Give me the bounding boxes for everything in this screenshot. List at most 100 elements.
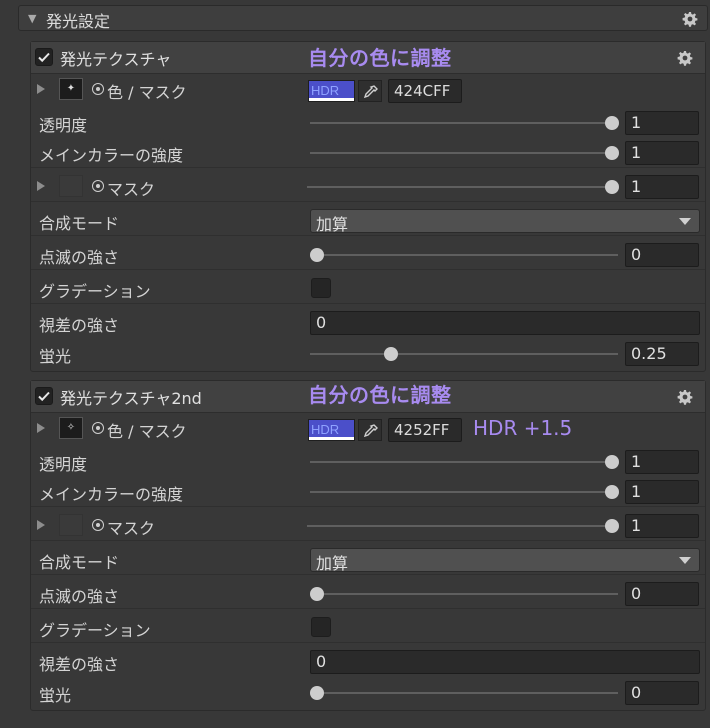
fluorescence-slider-track[interactable] — [310, 692, 618, 694]
annotation-note: 自分の色に調整 — [308, 383, 452, 407]
fold-triangle-icon[interactable] — [37, 520, 45, 530]
main-strength-value-field[interactable]: 1 — [625, 480, 699, 504]
object-picker-icon[interactable] — [92, 83, 104, 95]
gradation-row: グラデーション — [31, 274, 705, 304]
fold-triangle-icon[interactable] — [37, 84, 45, 94]
mask-thumbnail[interactable] — [59, 175, 83, 197]
fluorescence-label: 蛍光 — [39, 347, 72, 366]
main-color-strength-row: メインカラーの強度 1 — [31, 477, 705, 507]
blink-slider-handle[interactable] — [310, 587, 324, 601]
blink-slider-handle[interactable] — [310, 248, 324, 262]
parallax-strength-row: 視差の強さ 0 — [31, 308, 705, 338]
annotation-note: 自分の色に調整 — [308, 46, 452, 70]
eyedropper-button[interactable] — [358, 80, 382, 102]
swatch-alpha-bar — [309, 437, 354, 440]
blend-mode-value: 加算 — [316, 554, 349, 573]
parallax-strength-label: 視差の強さ — [39, 316, 120, 335]
mask-slider-track[interactable] — [307, 186, 613, 188]
mask-slider-handle[interactable] — [605, 180, 619, 194]
gradation-label: グラデーション — [39, 621, 151, 640]
fluorescence-slider-track[interactable] — [310, 353, 618, 355]
blink-strength-label: 点滅の強さ — [39, 248, 120, 267]
blink-slider-track[interactable] — [310, 254, 618, 256]
hdr-color-swatch[interactable]: HDR — [308, 80, 355, 102]
opacity-slider-track[interactable] — [310, 461, 613, 463]
blink-value-field[interactable]: 0 — [625, 243, 699, 267]
main-strength-slider-track[interactable] — [310, 152, 613, 154]
blend-mode-value: 加算 — [316, 215, 349, 234]
mask-thumbnail[interactable] — [59, 514, 83, 536]
blend-mode-dropdown[interactable]: 加算 — [310, 209, 700, 234]
opacity-value-field[interactable]: 1 — [625, 111, 699, 135]
mask-slider-track[interactable] — [307, 525, 613, 527]
blink-slider-track[interactable] — [310, 593, 618, 595]
mask-slider-handle[interactable] — [605, 519, 619, 533]
fluorescence-row: 蛍光 0.25 — [31, 339, 705, 369]
main-color-strength-row: メインカラーの強度 1 — [31, 138, 705, 168]
blend-mode-label: 合成モード — [39, 214, 120, 233]
enable-checkbox[interactable] — [35, 387, 53, 405]
hdr-color-swatch[interactable]: HDR — [308, 419, 355, 441]
opacity-slider-handle[interactable] — [605, 116, 619, 130]
mask-row: マスク 1 — [31, 172, 705, 202]
main-strength-slider-handle[interactable] — [605, 146, 619, 160]
mask-value-field[interactable]: 1 — [625, 175, 699, 199]
blend-mode-dropdown[interactable]: 加算 — [310, 548, 700, 573]
fold-triangle-icon[interactable] — [37, 181, 45, 191]
texture-thumbnail[interactable]: ✧ — [59, 417, 83, 439]
main-strength-slider-track[interactable] — [310, 491, 613, 493]
parallax-value-field[interactable]: 0 — [310, 311, 700, 335]
emission-settings-header[interactable]: ▼ 発光設定 — [18, 5, 708, 31]
mask-value-field[interactable]: 1 — [625, 514, 699, 538]
blink-strength-row: 点滅の強さ 0 — [31, 240, 705, 270]
enable-checkbox[interactable] — [35, 48, 53, 66]
main-strength-slider-handle[interactable] — [605, 485, 619, 499]
blend-mode-row: 合成モード 加算 — [31, 206, 705, 236]
opacity-slider-handle[interactable] — [605, 455, 619, 469]
fold-triangle-icon[interactable] — [37, 423, 45, 433]
mask-label: マスク — [107, 519, 156, 538]
texture-thumbnail[interactable]: ✦ — [59, 78, 83, 100]
opacity-label: 透明度 — [39, 116, 88, 135]
emission-texture-section: 発光テクスチャ 自分の色に調整 ✦ 色 / マスク HDR 424CFF 透明度… — [30, 41, 706, 372]
gradation-toggle[interactable] — [311, 278, 331, 298]
gear-icon[interactable] — [677, 389, 693, 405]
gradation-label: グラデーション — [39, 282, 151, 301]
color-mask-label: 色 / マスク — [107, 422, 187, 441]
blend-mode-label: 合成モード — [39, 553, 120, 572]
parallax-strength-label: 視差の強さ — [39, 655, 120, 674]
gear-icon[interactable] — [677, 50, 693, 66]
blink-strength-label: 点滅の強さ — [39, 587, 120, 606]
fluorescence-value-field[interactable]: 0.25 — [625, 342, 699, 366]
hdr-label: HDR — [311, 83, 340, 98]
hex-color-field[interactable]: 424CFF — [388, 79, 462, 103]
fluorescence-slider-handle[interactable] — [384, 347, 398, 361]
emission-texture-2nd-section: 発光テクスチャ2nd 自分の色に調整 ✧ 色 / マスク HDR 4252FF … — [30, 380, 706, 711]
opacity-slider-track[interactable] — [310, 122, 613, 124]
eyedropper-button[interactable] — [358, 419, 382, 441]
gear-icon[interactable] — [682, 11, 698, 27]
object-picker-icon[interactable] — [92, 519, 104, 531]
mask-label: マスク — [107, 180, 156, 199]
main-strength-label: メインカラーの強度 — [39, 146, 184, 165]
fluorescence-value-field[interactable]: 0 — [625, 681, 699, 705]
hdr-label: HDR — [311, 422, 340, 437]
blink-value-field[interactable]: 0 — [625, 582, 699, 606]
mask-row: マスク 1 — [31, 511, 705, 541]
parallax-strength-row: 視差の強さ 0 — [31, 647, 705, 677]
main-strength-value-field[interactable]: 1 — [625, 141, 699, 165]
hex-color-field[interactable]: 4252FF — [388, 418, 462, 442]
fluorescence-label: 蛍光 — [39, 686, 72, 705]
texture-preview-icon: ✦ — [66, 83, 76, 94]
opacity-value-field[interactable]: 1 — [625, 450, 699, 474]
parallax-value-field[interactable]: 0 — [310, 650, 700, 674]
fold-triangle-icon[interactable]: ▼ — [28, 12, 36, 25]
fluorescence-slider-handle[interactable] — [310, 686, 324, 700]
section-title: 発光テクスチャ — [60, 50, 172, 69]
check-icon — [38, 391, 50, 402]
object-picker-icon[interactable] — [92, 422, 104, 434]
blink-strength-row: 点滅の強さ 0 — [31, 579, 705, 609]
hdr-intensity-note: HDR +1.5 — [473, 416, 573, 440]
gradation-toggle[interactable] — [311, 617, 331, 637]
object-picker-icon[interactable] — [92, 180, 104, 192]
